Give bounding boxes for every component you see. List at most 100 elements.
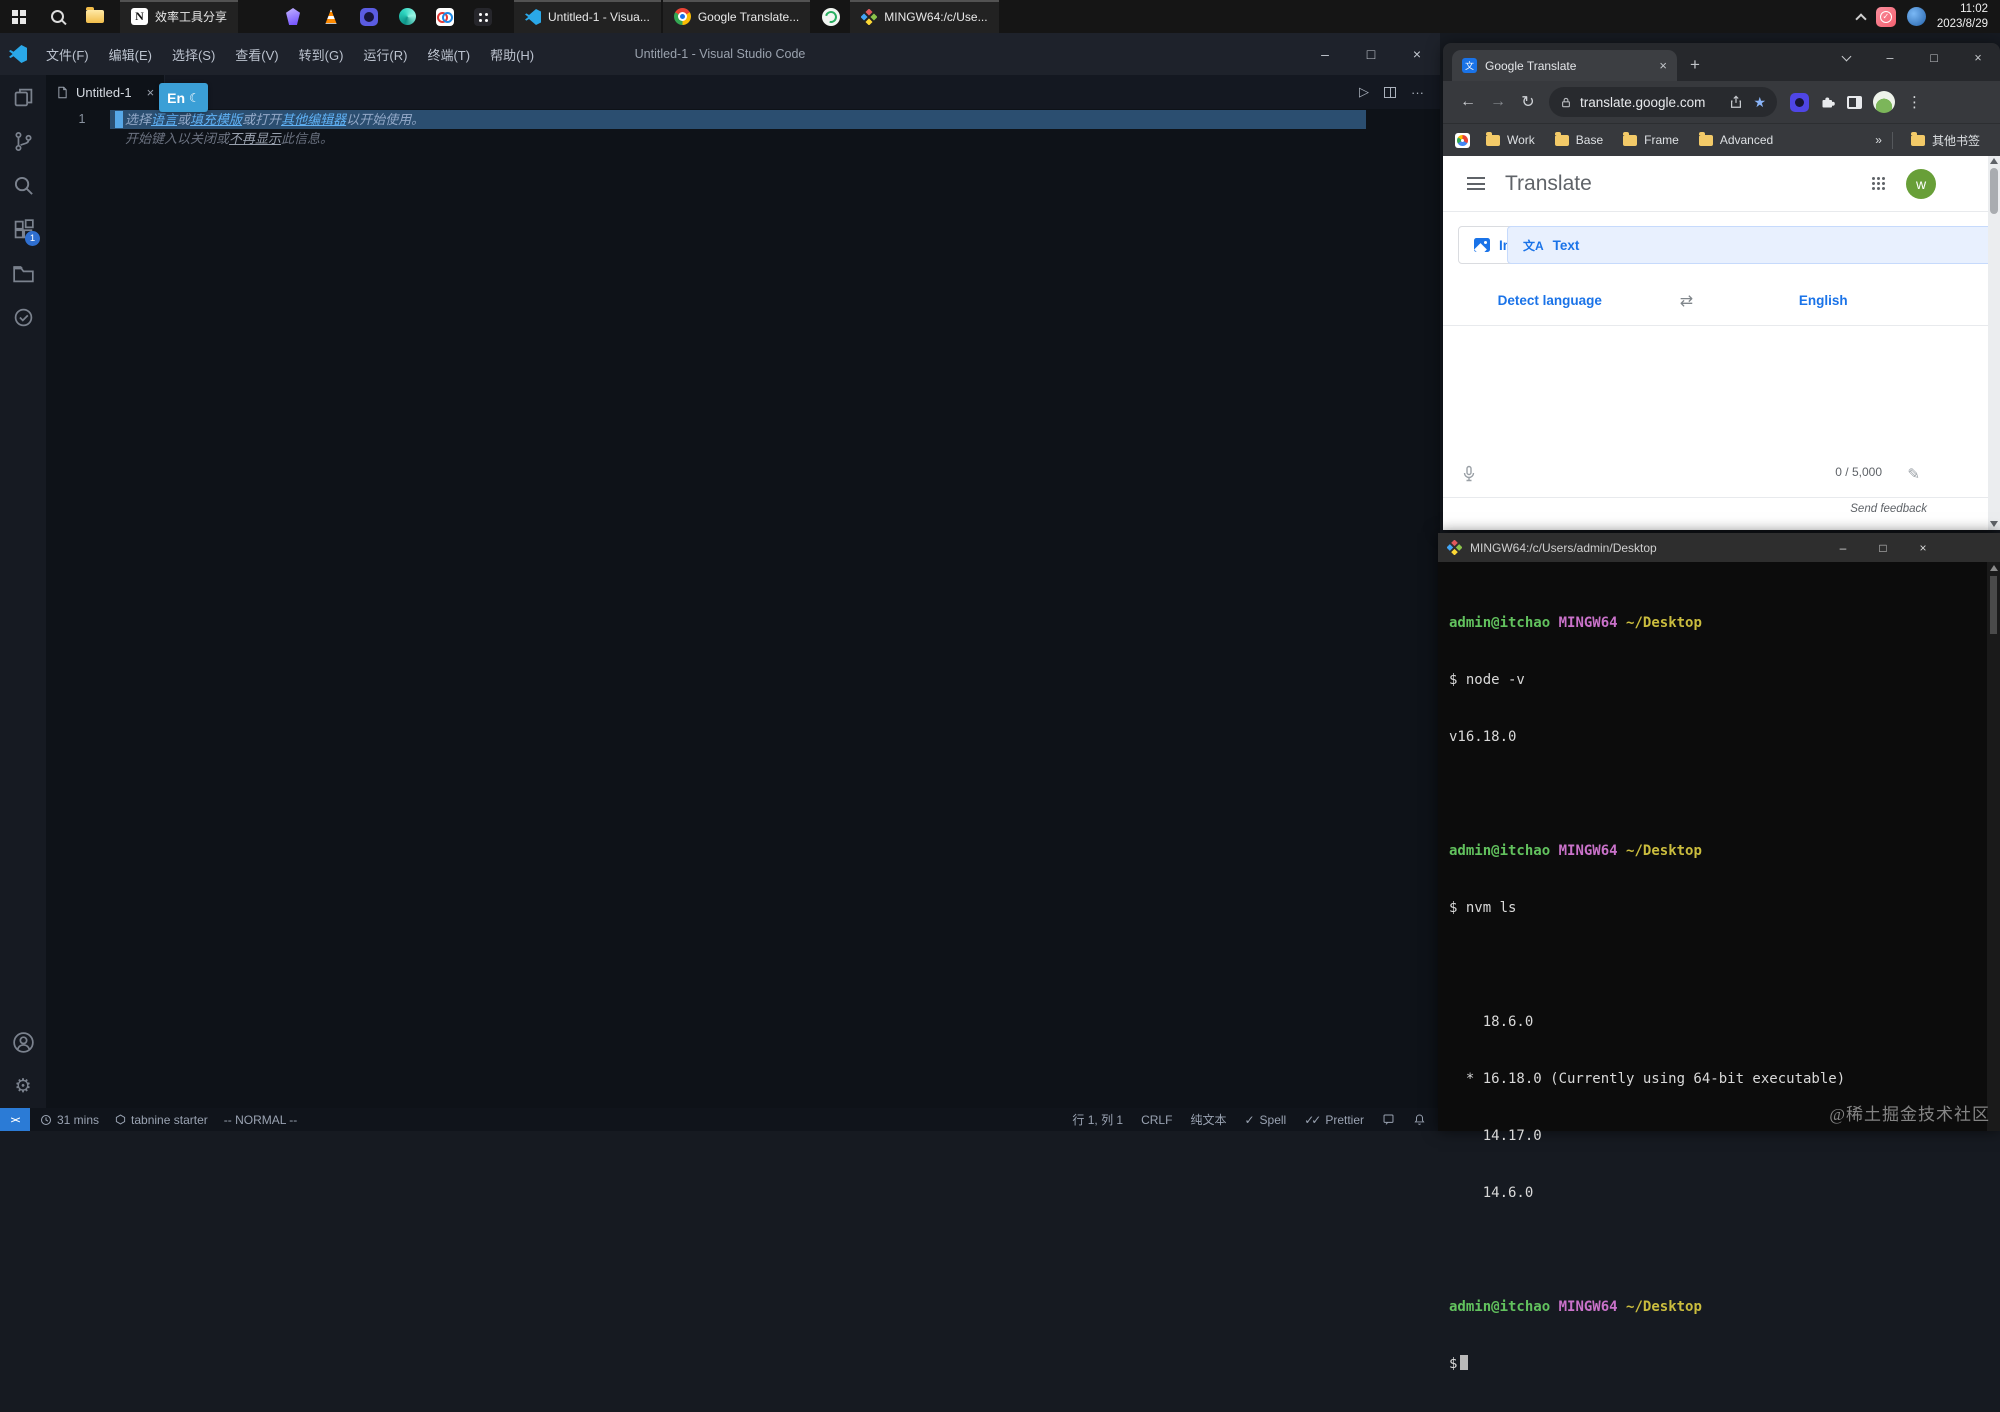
scrollbar-thumb[interactable] xyxy=(1990,576,1997,634)
chrome-menu-icon[interactable]: ⋮ xyxy=(1907,93,1922,111)
minimize-button[interactable]: – xyxy=(1868,43,1912,73)
taskbar-pin-obsidian[interactable] xyxy=(274,0,312,33)
browser-profile-avatar[interactable] xyxy=(1873,91,1895,113)
status-eol[interactable]: CRLF xyxy=(1141,1113,1172,1127)
activity-extensions-button[interactable]: 1 xyxy=(0,207,46,251)
minimize-button[interactable]: – xyxy=(1823,533,1863,562)
maximize-button[interactable]: □ xyxy=(1912,43,1956,73)
start-button[interactable] xyxy=(0,0,38,33)
activity-search-button[interactable] xyxy=(0,163,46,207)
web-store-icon[interactable] xyxy=(1455,133,1470,148)
chrome-tab-google-translate[interactable]: 文 Google Translate × xyxy=(1452,50,1677,81)
microphone-icon[interactable] xyxy=(1461,465,1477,483)
bookmark-folder-work[interactable]: Work xyxy=(1478,130,1543,150)
tab-close-icon[interactable]: × xyxy=(1659,58,1667,73)
tab-search-button[interactable] xyxy=(1824,43,1868,73)
bookmark-folder-base[interactable]: Base xyxy=(1547,130,1611,150)
tray-expand-icon[interactable] xyxy=(1855,13,1866,24)
menu-help[interactable]: 帮助(H) xyxy=(481,41,543,68)
activity-account-button[interactable] xyxy=(0,1020,46,1064)
scroll-up-icon[interactable] xyxy=(1990,158,1998,164)
status-prettier[interactable]: ✓✓Prettier xyxy=(1304,1113,1364,1127)
tab-close-icon[interactable]: × xyxy=(147,85,155,100)
taskbar-green-app[interactable] xyxy=(812,0,850,33)
close-button[interactable]: × xyxy=(1903,533,1943,562)
activity-check-button[interactable] xyxy=(0,295,46,339)
taskbar-mingw-window[interactable]: MINGW64:/c/Use... xyxy=(850,0,998,33)
status-cursor-position[interactable]: 行 1, 列 1 xyxy=(1072,1111,1123,1128)
source-language-button[interactable]: Detect language xyxy=(1443,293,1657,308)
hint-link-template[interactable]: 填充模版 xyxy=(190,112,242,127)
bookmarks-overflow-icon[interactable]: » xyxy=(1875,133,1882,147)
menu-run[interactable]: 运行(R) xyxy=(354,41,416,68)
hint-link-editor[interactable]: 其他编辑器 xyxy=(281,112,346,127)
maximize-button[interactable]: □ xyxy=(1348,33,1394,75)
swap-languages-icon[interactable]: ⇄ xyxy=(1657,291,1717,311)
share-icon[interactable] xyxy=(1729,95,1743,109)
extension-utools-icon[interactable] xyxy=(1790,93,1809,112)
new-tab-button[interactable]: + xyxy=(1681,51,1709,79)
menu-selection[interactable]: 选择(S) xyxy=(163,41,224,68)
hint-link-dismiss[interactable]: 不再显示 xyxy=(229,131,281,146)
taskbar-pin-circles-app[interactable] xyxy=(426,0,464,33)
back-button[interactable]: ← xyxy=(1453,93,1483,111)
bookmark-folder-advanced[interactable]: Advanced xyxy=(1691,130,1781,150)
taskbar-notion-window[interactable]: N 效率工具分享 xyxy=(120,0,238,33)
status-tabnine[interactable]: tabnine starter xyxy=(115,1113,208,1127)
bell-icon[interactable] xyxy=(1413,1113,1426,1126)
taskbar-chrome-window[interactable]: Google Translate... xyxy=(663,0,810,33)
bookmark-star-icon[interactable]: ★ xyxy=(1753,94,1766,111)
menu-terminal[interactable]: 终端(T) xyxy=(418,41,479,68)
remote-indicator[interactable]: >< xyxy=(0,1108,30,1131)
reload-button[interactable]: ↻ xyxy=(1513,92,1543,112)
status-language-mode[interactable]: 纯文本 xyxy=(1190,1111,1226,1128)
address-bar[interactable]: translate.google.com ★ xyxy=(1549,87,1777,117)
close-button[interactable]: × xyxy=(1956,43,2000,73)
google-apps-grid-icon[interactable] xyxy=(1872,177,1886,191)
taskbar-pin-teal-app[interactable] xyxy=(388,0,426,33)
activity-explorer-button[interactable] xyxy=(0,75,46,119)
activity-settings-button[interactable]: ⚙ xyxy=(0,1064,46,1108)
page-scrollbar[interactable] xyxy=(1988,156,2000,530)
hint-link-language[interactable]: 语言 xyxy=(151,112,177,127)
hamburger-menu-icon[interactable] xyxy=(1467,174,1485,194)
tray-pink-app-icon[interactable]: ✓ xyxy=(1876,7,1896,27)
extensions-puzzle-icon[interactable] xyxy=(1820,94,1836,110)
run-button[interactable]: ▷ xyxy=(1359,84,1369,100)
taskbar-explorer-button[interactable] xyxy=(76,0,114,33)
menu-file[interactable]: 文件(F) xyxy=(37,41,98,68)
forward-button[interactable]: → xyxy=(1483,93,1513,111)
activity-source-control-button[interactable] xyxy=(0,119,46,163)
tab-text[interactable]: 文A Text xyxy=(1507,226,2000,264)
scrollbar-thumb[interactable] xyxy=(1990,168,1998,214)
menu-go[interactable]: 转到(G) xyxy=(290,41,353,68)
feedback-icon[interactable] xyxy=(1382,1113,1395,1126)
code-editor[interactable]: 1 选择语言或填充模版或打开其他编辑器以开始使用。 开始键入以关闭或不再显示此信… xyxy=(46,109,1440,1108)
taskbar-pin-utools[interactable] xyxy=(350,0,388,33)
taskbar-pin-vlc[interactable] xyxy=(312,0,350,33)
activity-project-button[interactable] xyxy=(0,251,46,295)
menu-edit[interactable]: 编辑(E) xyxy=(100,41,161,68)
other-bookmarks-folder[interactable]: 其他书签 xyxy=(1903,129,1988,152)
google-account-avatar[interactable]: w xyxy=(1906,169,1936,199)
more-actions-icon[interactable]: ··· xyxy=(1411,85,1424,100)
split-editor-icon[interactable] xyxy=(1384,87,1396,98)
target-language-button[interactable]: English xyxy=(1717,293,2000,308)
maximize-button[interactable]: □ xyxy=(1863,533,1903,562)
taskbar-clock[interactable]: 11:02 2023/8/29 xyxy=(1937,2,1988,32)
taskbar-vscode-window[interactable]: Untitled-1 - Visua... xyxy=(514,0,661,33)
menu-view[interactable]: 查看(V) xyxy=(226,41,287,68)
bookmark-folder-frame[interactable]: Frame xyxy=(1615,130,1687,150)
status-time-spent[interactable]: 31 mins xyxy=(40,1113,99,1127)
minimize-button[interactable]: – xyxy=(1302,33,1348,75)
scroll-down-icon[interactable] xyxy=(1990,521,1998,527)
source-text-area[interactable]: 0 / 5,000 ✎ xyxy=(1443,326,2000,498)
terminal-output[interactable]: admin@itchao MINGW64 ~/Desktop $ node -v… xyxy=(1438,562,2000,1412)
terminal-scrollbar[interactable] xyxy=(1987,562,2000,1131)
tray-blue-app-icon[interactable] xyxy=(1907,7,1926,26)
status-spell[interactable]: ✓Spell xyxy=(1244,1113,1286,1127)
pencil-icon[interactable]: ✎ xyxy=(1907,465,1920,483)
taskbar-pin-dots-app[interactable] xyxy=(464,0,502,33)
side-panel-icon[interactable] xyxy=(1847,96,1862,109)
scroll-up-icon[interactable] xyxy=(1990,565,1998,571)
